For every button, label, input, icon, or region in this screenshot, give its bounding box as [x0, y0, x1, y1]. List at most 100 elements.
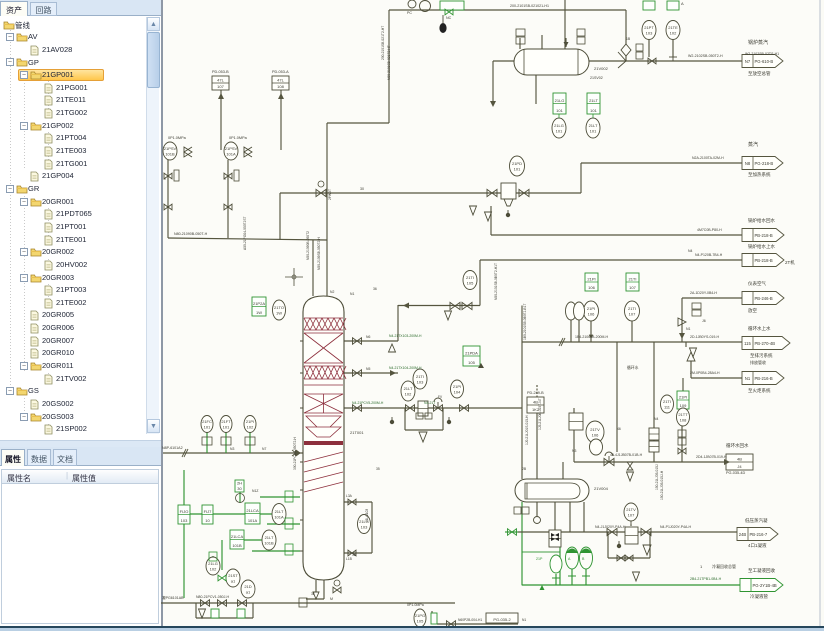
svg-text:FIJO: FIJO [180, 509, 189, 514]
svg-text:102: 102 [670, 31, 677, 36]
svg-text:101A: 101A [274, 515, 284, 520]
svg-text:N4-21TX103-200M-H: N4-21TX103-200M-H [389, 334, 422, 338]
svg-text:2H: 2H [237, 481, 242, 486]
svg-text:102: 102 [405, 392, 412, 397]
svg-text:21TI: 21TI [628, 306, 636, 311]
svg-text:21LG103: 21LG103 [365, 509, 369, 522]
svg-text:101B: 101B [264, 541, 274, 546]
svg-text:21LCA: 21LCA [246, 508, 259, 513]
svg-text:1B4-21060B-200M-H: 1B4-21060B-200M-H [575, 335, 609, 339]
svg-text:N7: N7 [262, 447, 266, 451]
svg-text:低压蒸汽凝: 低压蒸汽凝 [745, 517, 768, 524]
svg-text:21TI: 21TI [628, 277, 636, 282]
svg-text:PG-035-4D: PG-035-4D [726, 471, 745, 475]
svg-text:冷凝回收总管: 冷凝回收总管 [712, 563, 736, 569]
svg-text:30: 30 [360, 187, 364, 191]
svg-text:21TT: 21TT [678, 412, 688, 417]
svg-text:21LG: 21LG [208, 561, 218, 566]
svg-text:N2A-2100TA-02M-H: N2A-2100TA-02M-H [692, 156, 724, 160]
svg-text:仪表空气: 仪表空气 [748, 280, 766, 287]
svg-text:101A: 101A [226, 152, 236, 157]
svg-text:N8: N8 [745, 161, 751, 166]
svg-text:21PD: 21PD [512, 161, 522, 166]
svg-text:21TE: 21TE [668, 25, 678, 30]
svg-text:锅炉蒸汽: 锅炉蒸汽 [748, 39, 768, 46]
svg-text:PG-218-B: PG-218-B [755, 161, 774, 166]
svg-text:21T001: 21T001 [350, 430, 364, 435]
svg-text:200-2101SB-021T2-HT: 200-2101SB-021T2-HT [381, 26, 385, 60]
svg-text:N7: N7 [745, 59, 751, 64]
svg-text:106: 106 [588, 312, 595, 317]
svg-text:0P1.0MPa: 0P1.0MPa [168, 136, 187, 140]
svg-text:108: 108 [680, 418, 687, 423]
svg-text:104: 104 [454, 390, 461, 395]
svg-text:24B: 24B [739, 532, 747, 537]
svg-text:凝PG6101AB: 凝PG6101AB [162, 595, 184, 600]
svg-text:200-2101SB-021021-H1: 200-2101SB-021021-H1 [510, 4, 549, 8]
svg-text:103: 103 [417, 380, 424, 385]
svg-text:至放空总管: 至放空总管 [748, 70, 771, 77]
svg-text:PG-035-2: PG-035-2 [493, 617, 511, 622]
svg-text:J6: J6 [702, 319, 706, 323]
svg-text:N3: N3 [572, 449, 576, 453]
svg-text:至工凝液回收: 至工凝液回收 [748, 567, 775, 574]
svg-text:2T机: 2T机 [785, 259, 795, 266]
svg-text:N3: N3 [230, 447, 234, 451]
svg-text:N6: N6 [366, 335, 370, 339]
svg-text:103: 103 [646, 31, 653, 36]
svg-text:排放管收: 排放管收 [750, 359, 766, 365]
svg-text:106: 106 [592, 433, 599, 438]
svg-text:21V002: 21V002 [594, 66, 609, 71]
svg-text:36: 36 [373, 287, 377, 291]
svg-text:21PI: 21PI [453, 384, 461, 389]
svg-text:N50-21090B-050T2: N50-21090B-050T2 [306, 231, 310, 260]
svg-text:1: 1 [700, 564, 703, 569]
svg-text:冷凝液管: 冷凝液管 [750, 593, 768, 600]
svg-text:W2-2102SB-02TS-H1: W2-2102SB-02TS-H1 [745, 52, 779, 56]
svg-text:106: 106 [588, 285, 595, 290]
svg-text:PD-249-B: PD-249-B [527, 391, 544, 395]
svg-text:21PI: 21PI [587, 277, 595, 282]
svg-text:21LCA: 21LCA [231, 534, 244, 539]
svg-text:47L: 47L [277, 78, 284, 83]
svg-text:101: 101 [590, 129, 597, 134]
svg-text:46: 46 [617, 427, 621, 431]
svg-text:FIJ7: FIJ7 [204, 509, 213, 514]
svg-text:21P2A: 21P2A [253, 301, 265, 306]
svg-text:N5: N5 [366, 367, 370, 371]
svg-text:1W: 1W [276, 311, 282, 316]
svg-text:PC: PC [407, 11, 412, 15]
svg-text:2M-0P0B4-28A4-H: 2M-0P0B4-28A4-H [690, 371, 720, 375]
svg-text:21LG: 21LG [554, 123, 564, 128]
svg-text:115: 115 [744, 341, 751, 346]
svg-text:21SV02: 21SV02 [590, 76, 603, 80]
svg-text:N4-P1J020Y-P4A-H: N4-P1J020Y-P4A-H [660, 525, 691, 529]
svg-text:21TI: 21TI [663, 399, 671, 404]
svg-text:21TI: 21TI [466, 275, 474, 280]
svg-text:a1: a1 [231, 579, 236, 584]
svg-text:PD-053-B: PD-053-B [212, 70, 229, 74]
svg-text:N4-21PCV5-200M-H: N4-21PCV5-200M-H [352, 401, 384, 405]
svg-text:1J5-21LJ0B-015TJ4T: 1J5-21LJ0B-015TJ4T [538, 398, 542, 430]
svg-text:N1: N1 [686, 327, 691, 331]
svg-text:105: 105 [468, 360, 475, 365]
svg-text:0P1.0MPa: 0P1.0MPa [407, 603, 424, 607]
svg-text:1W: 1W [256, 310, 262, 315]
svg-text:PB-216-7: PB-216-7 [750, 532, 768, 537]
svg-text:21PDA: 21PDA [465, 351, 478, 356]
svg-text:A: A [568, 557, 571, 561]
svg-text:101A: 101A [248, 518, 258, 523]
svg-text:N60P2B-004-H1: N60P2B-004-H1 [458, 618, 482, 622]
svg-text:101: 101 [556, 108, 563, 113]
svg-text:21PI: 21PI [246, 419, 254, 424]
svg-text:107: 107 [629, 285, 636, 290]
svg-text:150-21LJ05-015J-H: 150-21LJ05-015J-H [660, 470, 664, 500]
svg-text:21LT: 21LT [404, 386, 413, 391]
svg-text:103: 103 [181, 518, 188, 523]
svg-text:PB-270-4B: PB-270-4B [755, 341, 776, 346]
svg-text:L3A: L3A [346, 494, 353, 498]
svg-text:150-21LJ05-015J: 150-21LJ05-015J [655, 464, 659, 490]
svg-text:N4: N4 [654, 417, 658, 421]
svg-text:1B0-2101SB-0B0TJ-B1T: 1B0-2101SB-0B0TJ-B1T [523, 304, 527, 340]
svg-text:103: 103 [361, 525, 368, 530]
